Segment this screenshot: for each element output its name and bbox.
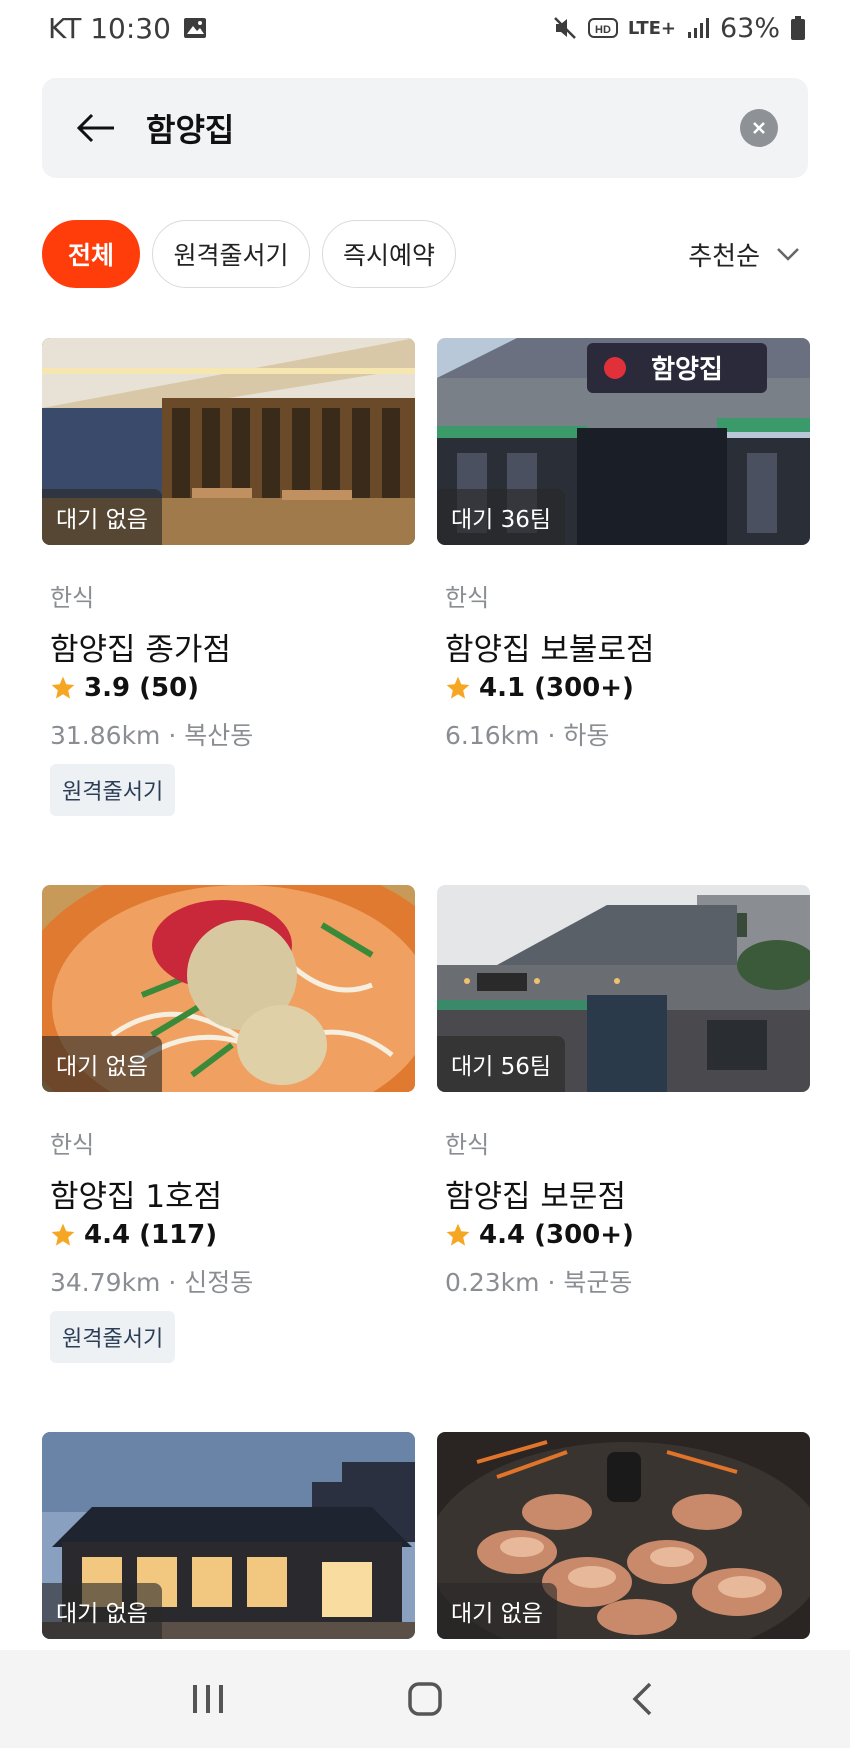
recent-apps-button[interactable] (168, 1659, 248, 1739)
star-icon (51, 676, 75, 699)
restaurant-name[interactable]: 함양집 종가점 (50, 624, 231, 669)
category-label: 한식 (445, 584, 490, 612)
status-left: KT 10:30 (48, 12, 207, 45)
filter-chip-all[interactable]: 전체 (42, 220, 140, 288)
back-button[interactable] (72, 104, 120, 152)
star-icon (51, 1223, 75, 1246)
rating-value: 4.1 (300+) (479, 673, 634, 703)
remote-queue-tag: 원격줄서기 (50, 764, 176, 816)
distance-location: 34.79km · 신정동 (50, 1268, 254, 1297)
restaurant-photo[interactable]: 함양집 대기 36팀 (437, 338, 810, 545)
category-label: 한식 (50, 584, 95, 612)
wait-status-badge: 대기 56팀 (437, 1036, 566, 1092)
result-card[interactable]: 대기 없음 (437, 1432, 810, 1639)
svg-text:함양집: 함양집 (651, 355, 723, 385)
distance-location: 31.86km · 복산동 (50, 721, 254, 750)
restaurant-name[interactable]: 함양집 보불로점 (445, 624, 655, 669)
status-right: HD LTE+ 63% (552, 13, 806, 44)
result-card[interactable]: 대기 없음 한식 함양집 1호점 4.4 (117) 34.79km · 신정동… (42, 885, 415, 1363)
sort-dropdown[interactable]: 추천순 (688, 236, 808, 273)
search-bar[interactable]: 함양집 (42, 78, 808, 178)
chevron-left-icon (632, 1682, 651, 1716)
status-bar: KT 10:30 HD LTE+ 63% (0, 0, 850, 56)
home-icon (408, 1682, 442, 1716)
category-label: 한식 (50, 1131, 95, 1159)
chevron-down-icon (777, 248, 799, 261)
wait-status-badge: 대기 36팀 (437, 489, 566, 545)
restaurant-photo[interactable]: 대기 없음 (42, 885, 415, 1092)
rating-value: 3.9 (50) (84, 673, 200, 703)
filter-chip-remote-queue[interactable]: 원격줄서기 (152, 220, 310, 288)
home-button[interactable] (385, 1659, 465, 1739)
rating-value: 4.4 (117) (84, 1220, 218, 1250)
carrier-time: KT 10:30 (48, 11, 171, 45)
restaurant-name[interactable]: 함양집 보문점 (445, 1171, 626, 1216)
battery-percent: 63% (719, 12, 780, 44)
remote-queue-tag: 원격줄서기 (50, 1311, 176, 1363)
image-notification-icon (183, 18, 206, 38)
rating: 4.4 (300+) (445, 1220, 634, 1250)
distance-location: 6.16km · 하동 (445, 721, 610, 750)
hd-voice-icon: HD (587, 18, 618, 38)
result-card[interactable]: 대기 없음 (42, 1432, 415, 1639)
close-icon (753, 122, 765, 134)
system-navigation-bar (0, 1650, 850, 1748)
restaurant-photo[interactable]: 대기 56팀 (437, 885, 810, 1092)
battery-icon (791, 16, 805, 40)
back-nav-button[interactable] (602, 1659, 682, 1739)
result-card[interactable]: 대기 56팀 한식 함양집 보문점 4.4 (300+) 0.23km · 북군… (437, 885, 810, 1297)
wait-status-badge: 대기 없음 (42, 1036, 162, 1092)
star-icon (446, 1223, 470, 1246)
distance-location: 0.23km · 북군동 (445, 1268, 633, 1297)
network-type: LTE+ (627, 17, 676, 39)
star-icon (446, 676, 470, 699)
rating: 4.1 (300+) (445, 673, 634, 703)
filter-bar: 전체 원격줄서기 즉시예약 추천순 (42, 220, 808, 288)
arrow-left-icon (76, 113, 114, 143)
svg-text:HD: HD (595, 24, 611, 36)
category-label: 한식 (445, 1131, 490, 1159)
wait-status-badge: 대기 없음 (42, 489, 162, 545)
signal-icon (687, 18, 709, 38)
wait-status-badge: 대기 없음 (42, 1583, 162, 1639)
clear-search-button[interactable] (740, 109, 778, 147)
sort-label: 추천순 (688, 241, 760, 272)
search-input[interactable]: 함양집 (146, 105, 740, 151)
restaurant-name[interactable]: 함양집 1호점 (50, 1171, 222, 1216)
rating: 3.9 (50) (50, 673, 199, 703)
restaurant-photo[interactable]: 대기 없음 (42, 1432, 415, 1639)
rating-value: 4.4 (300+) (479, 1220, 634, 1250)
recent-apps-icon (193, 1685, 224, 1713)
filter-chip-instant-booking[interactable]: 즉시예약 (322, 220, 456, 288)
result-card[interactable]: 함양집 대기 36팀 한식 함양집 보불로점 4.1 (300+) 6.16km… (437, 338, 810, 750)
rating: 4.4 (117) (50, 1220, 217, 1250)
restaurant-photo[interactable]: 대기 없음 (42, 338, 415, 545)
restaurant-photo[interactable]: 대기 없음 (437, 1432, 810, 1639)
wait-status-badge: 대기 없음 (437, 1583, 557, 1639)
result-card[interactable]: 대기 없음 한식 함양집 종가점 3.9 (50) 31.86km · 복산동 … (42, 338, 415, 816)
mute-icon (553, 17, 576, 39)
